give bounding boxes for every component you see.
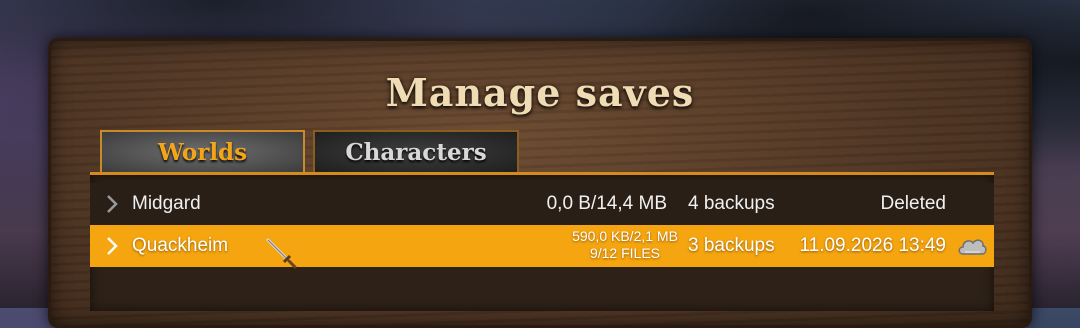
- chevron-right-icon[interactable]: [104, 236, 120, 256]
- chevron-right-icon[interactable]: [104, 194, 120, 214]
- tab-characters-label: Characters: [345, 138, 487, 166]
- sword-cursor-icon: [266, 238, 297, 269]
- save-status: Deleted: [880, 193, 947, 214]
- cloud-icon[interactable]: [956, 233, 988, 259]
- page-title: Manage saves: [385, 70, 695, 115]
- save-name: Quackheim: [132, 235, 229, 256]
- save-status: 11.09.2026 13:49: [799, 235, 946, 256]
- save-backups: 4 backups: [688, 193, 775, 214]
- tab-worlds-label: Worlds: [157, 138, 248, 166]
- save-row-quackheim[interactable]: Quackheim 590,0 KB/2,1 MB 9/12 FILES 3 b…: [90, 225, 994, 267]
- save-list: Midgard 0,0 B/14,4 MB 4 backups Deleted …: [90, 172, 994, 311]
- save-backups: 3 backups: [688, 235, 775, 256]
- tab-worlds[interactable]: Worlds: [100, 130, 305, 172]
- save-size: 0,0 B/14,4 MB: [546, 193, 667, 214]
- tab-characters[interactable]: Characters: [313, 130, 519, 172]
- save-row-midgard[interactable]: Midgard 0,0 B/14,4 MB 4 backups Deleted: [90, 183, 994, 225]
- save-name: Midgard: [132, 193, 201, 214]
